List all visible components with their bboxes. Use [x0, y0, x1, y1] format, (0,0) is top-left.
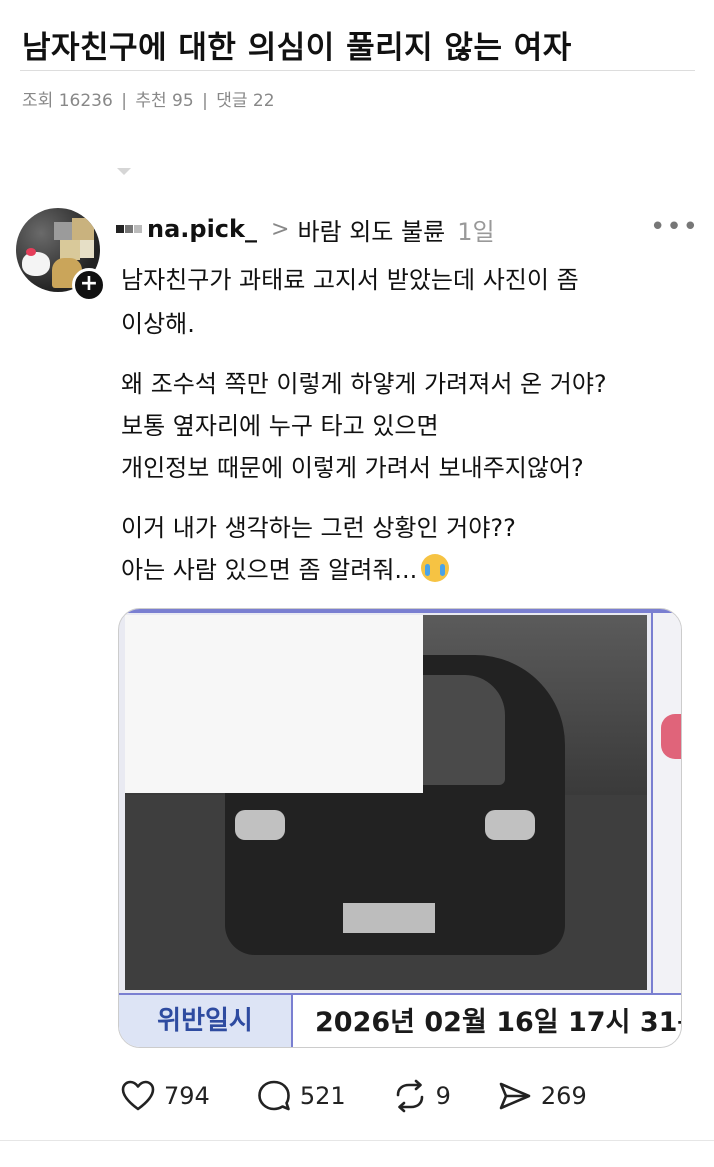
heart-icon [121, 1080, 155, 1111]
post-header: na.pick_ > 바람 외도 불륜 1일 [116, 211, 495, 247]
car-headlight [235, 810, 285, 840]
red-sign [661, 714, 681, 759]
comments-label: 댓글 [216, 91, 248, 111]
recommend-label: 추천 [135, 91, 167, 111]
more-options-icon[interactable]: ••• [650, 212, 699, 242]
post-image[interactable]: 위반일시 2026년 02월 16일 17시 31분 [118, 608, 682, 1048]
avatar-mosaic [60, 240, 80, 260]
post-text: 아는 사람 있으면 좀 알려줘... [121, 556, 418, 584]
post-text-line: 개인정보 때문에 이렇게 가려서 보내주지않어? [121, 454, 584, 482]
avatar-mosaic [72, 218, 94, 240]
image-border [119, 609, 681, 613]
comments-count: 22 [252, 91, 275, 111]
car-headlight [485, 810, 535, 840]
post-time: 1일 [457, 217, 495, 246]
action-bar: 794 521 9 269 [120, 1076, 633, 1116]
follow-plus-icon[interactable]: + [72, 268, 106, 302]
handle-mosaic [125, 225, 133, 233]
reply-count: 521 [299, 1082, 346, 1110]
handle-mosaic [134, 225, 142, 233]
chevron-right-icon: > [271, 216, 290, 242]
avatar-bow [26, 248, 36, 256]
caret-icon [117, 168, 131, 175]
comment-bubble-icon [258, 1080, 290, 1111]
share-button[interactable]: 269 [497, 1078, 587, 1114]
side-panel [651, 613, 681, 993]
post-text-line: 남자친구가 과태료 고지서 받았는데 사진이 좀 [121, 266, 579, 294]
post-text-line: 보통 옆자리에 누구 타고 있으면 [121, 412, 439, 440]
camera-photo [125, 615, 647, 990]
avatar-mosaic [80, 240, 94, 258]
white-redaction-box [125, 615, 423, 793]
share-count: 269 [540, 1082, 587, 1110]
meta-separator: | [202, 91, 208, 111]
violation-row: 위반일시 2026년 02월 16일 17시 31분 [119, 993, 682, 1047]
article-meta: 조회 16236 | 추천 95 | 댓글 22 [22, 86, 275, 111]
post-text-line: 왜 조수석 쪽만 이렇게 하얗게 가려져서 온 거야? [121, 370, 607, 398]
repost-icon [396, 1079, 423, 1113]
views-count: 16236 [58, 91, 113, 111]
post-text-line: 이거 내가 생각하는 그런 상황인 거야?? [121, 514, 516, 542]
violation-label: 위반일시 [119, 995, 293, 1047]
like-count: 794 [164, 1082, 210, 1110]
title-divider [20, 70, 695, 71]
reply-button[interactable]: 521 [256, 1078, 346, 1114]
views-label: 조회 [22, 91, 54, 111]
repost-count: 9 [435, 1082, 451, 1110]
avatar-mosaic [54, 222, 72, 240]
post-text-line: 이상해. [121, 310, 195, 338]
bottom-divider [0, 1140, 714, 1141]
topic-tag[interactable]: 바람 외도 불륜 [297, 212, 445, 247]
crying-face-icon [421, 554, 450, 582]
send-icon [499, 1082, 531, 1110]
username[interactable]: na.pick_ [147, 215, 257, 243]
violation-datetime: 2026년 02월 16일 17시 31분 [315, 1007, 682, 1038]
like-button[interactable]: 794 [120, 1078, 210, 1114]
blurred-license-plate [343, 903, 435, 933]
article-title: 남자친구에 대한 의심이 풀리지 않는 여자 [22, 30, 572, 66]
handle-mosaic [116, 225, 124, 233]
avatar-character [22, 252, 50, 276]
meta-separator: | [121, 91, 127, 111]
recommend-count: 95 [172, 91, 194, 111]
post-text-line-last: 아는 사람 있으면 좀 알려줘... [121, 552, 450, 588]
repost-button[interactable]: 9 [392, 1078, 451, 1114]
